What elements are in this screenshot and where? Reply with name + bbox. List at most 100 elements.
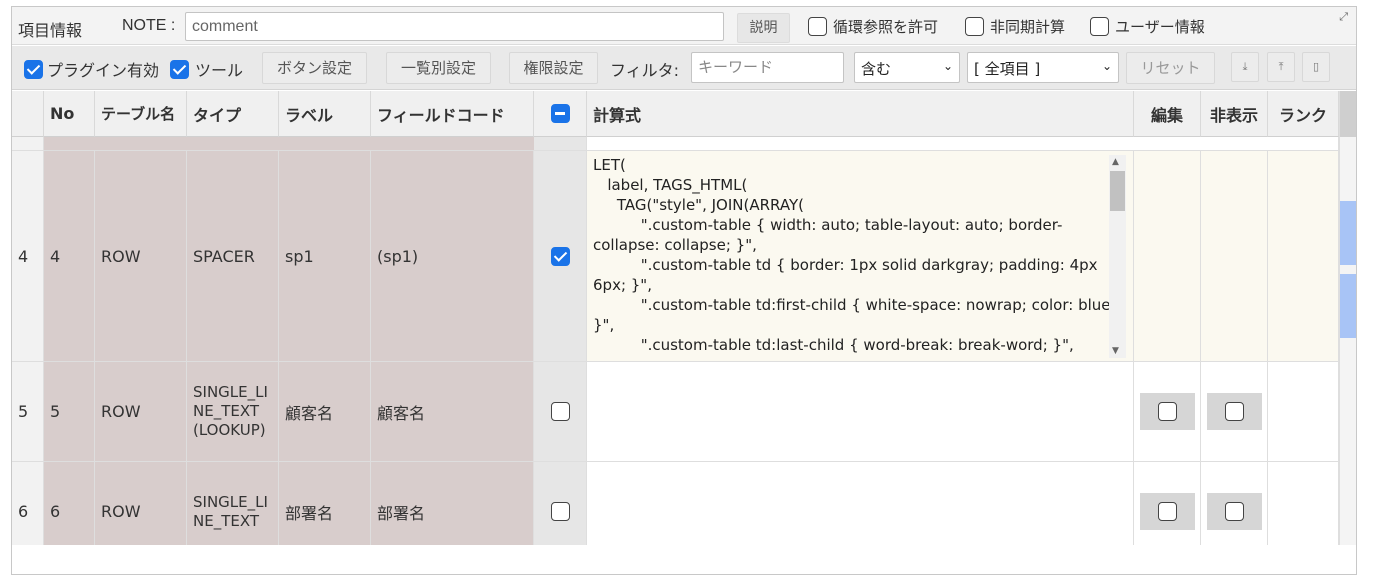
- note-input-value: comment: [192, 18, 258, 35]
- row-no: 5: [44, 362, 95, 462]
- user-info-box[interactable]: [1090, 17, 1109, 36]
- header-table-name[interactable]: テーブル名: [95, 91, 187, 137]
- explain-button[interactable]: 説明: [737, 13, 790, 43]
- header-field-code[interactable]: フィールドコード: [371, 91, 534, 137]
- tools-checkbox[interactable]: ツール: [170, 57, 243, 81]
- download-icon[interactable]: ⤓: [1231, 52, 1259, 82]
- plugin-enabled-checkbox[interactable]: プラグイン有効: [24, 57, 159, 81]
- edit-checkbox[interactable]: [1157, 502, 1177, 521]
- row-rank-cell: [1268, 462, 1339, 545]
- row-no: 6: [44, 462, 95, 545]
- row-label: sp1: [279, 151, 371, 362]
- formula-cell[interactable]: [587, 362, 1134, 462]
- header-index: [12, 91, 44, 137]
- spacer-cell: [12, 137, 44, 151]
- row-table-name: ROW: [95, 362, 187, 462]
- row-index: 6: [12, 462, 44, 545]
- plugin-enabled-box[interactable]: [24, 59, 43, 79]
- user-info-checkbox[interactable]: ユーザー情報: [1090, 16, 1205, 37]
- row-table-name: ROW: [95, 462, 187, 545]
- allow-circular-label: 循環参照を許可: [833, 18, 939, 36]
- row-calc-cell: [534, 362, 587, 462]
- spacer-cell: [587, 137, 1339, 151]
- row-field-code: (sp1): [371, 151, 534, 362]
- async-calc-checkbox[interactable]: 非同期計算: [965, 16, 1065, 37]
- row-edit-cell: [1134, 151, 1201, 362]
- tools-label: ツール: [195, 61, 244, 80]
- row-type: SPACER: [187, 151, 279, 362]
- chevron-down-icon: ⌄: [1101, 59, 1112, 73]
- scope-select[interactable]: [ 全項目 ] ⌄: [967, 52, 1119, 83]
- allow-circular-box[interactable]: [808, 17, 827, 36]
- select-all-checkbox[interactable]: [550, 104, 570, 123]
- edit-checkbox[interactable]: [1157, 402, 1177, 421]
- row-no: 4: [44, 151, 95, 362]
- button-settings-button[interactable]: ボタン設定: [262, 52, 367, 84]
- filter-label: フィルタ:: [610, 61, 680, 80]
- row-index: 5: [12, 362, 44, 462]
- row-calc-cell: [534, 151, 587, 362]
- scroll-up-icon[interactable]: ▲: [1112, 157, 1119, 167]
- table-scrollbar[interactable]: [1339, 91, 1356, 545]
- hidden-toggle[interactable]: [1206, 493, 1262, 530]
- user-info-label: ユーザー情報: [1115, 18, 1205, 36]
- match-select-value: 含む: [861, 60, 892, 78]
- header-formula[interactable]: 計算式: [587, 91, 1134, 137]
- keyword-placeholder: キーワード: [698, 58, 774, 76]
- chevron-down-icon: ⌄: [942, 59, 953, 73]
- row-index: 4: [12, 151, 44, 362]
- header-label[interactable]: ラベル: [279, 91, 371, 137]
- row-label: 部署名: [279, 462, 371, 545]
- hidden-checkbox[interactable]: [1224, 502, 1244, 521]
- formula-textarea[interactable]: LET( label, TAGS_HTML( TAG("style", JOIN…: [593, 151, 1123, 358]
- scroll-down-icon[interactable]: ▼: [1112, 346, 1119, 356]
- match-select[interactable]: 含む ⌄: [854, 52, 960, 83]
- field-table: No テーブル名 タイプ ラベル フィールドコード 計算式 編集 非表示 ランク…: [12, 91, 1356, 545]
- panel-title: 項目情報: [18, 23, 83, 40]
- keyword-input[interactable]: キーワード: [691, 52, 844, 83]
- row-rank-cell: [1268, 362, 1339, 462]
- formula-cell[interactable]: [587, 462, 1134, 545]
- scroll-thumb[interactable]: [1110, 171, 1125, 211]
- scroll-marker: [1340, 201, 1356, 265]
- calc-checkbox[interactable]: [550, 402, 570, 421]
- row-hidden-cell: [1201, 151, 1268, 362]
- row-hidden-cell: [1201, 462, 1268, 545]
- async-calc-box[interactable]: [965, 17, 984, 36]
- formula-cell[interactable]: LET( label, TAGS_HTML( TAG("style", JOIN…: [587, 151, 1134, 362]
- clipboard-icon[interactable]: ▯: [1302, 52, 1330, 82]
- row-hidden-cell: [1201, 362, 1268, 462]
- hidden-toggle[interactable]: [1206, 393, 1262, 430]
- spacer-cell: [534, 137, 587, 151]
- formula-scrollbar[interactable]: ▲ ▼: [1109, 155, 1126, 358]
- row-type: SINGLE_LINE_TEXT (LOOKUP): [187, 362, 279, 462]
- edit-toggle[interactable]: [1139, 493, 1195, 530]
- permission-settings-button[interactable]: 権限設定: [509, 52, 598, 84]
- reset-button[interactable]: リセット: [1126, 52, 1215, 84]
- hidden-checkbox[interactable]: [1224, 402, 1244, 421]
- note-input[interactable]: comment: [185, 12, 724, 41]
- header-type[interactable]: タイプ: [187, 91, 279, 137]
- row-calc-cell: [534, 462, 587, 545]
- header-calc-select-all[interactable]: [534, 91, 587, 137]
- row-table-name: ROW: [95, 151, 187, 362]
- header-edit[interactable]: 編集: [1134, 91, 1201, 137]
- tools-box[interactable]: [170, 59, 189, 79]
- scope-select-value: [ 全項目 ]: [974, 60, 1041, 78]
- scroll-marker: [1340, 274, 1356, 338]
- edit-toggle[interactable]: [1139, 393, 1195, 430]
- row-type: SINGLE_LINE_TEXT: [187, 462, 279, 545]
- spacer-cell: [44, 137, 535, 151]
- row-label: 顧客名: [279, 362, 371, 462]
- header-no[interactable]: No: [44, 91, 95, 137]
- header-hidden[interactable]: 非表示: [1201, 91, 1268, 137]
- header-rank[interactable]: ランク: [1268, 91, 1339, 137]
- calc-checkbox[interactable]: [550, 502, 570, 521]
- toolbar: プラグイン有効 ツール ボタン設定 一覧別設定 権限設定 フィルタ: キーワード…: [12, 46, 1356, 90]
- list-settings-button[interactable]: 一覧別設定: [386, 52, 491, 84]
- upload-icon[interactable]: ⤒: [1267, 52, 1295, 82]
- calc-checkbox[interactable]: [550, 246, 570, 266]
- row-field-code: 顧客名: [371, 362, 534, 462]
- expand-icon[interactable]: ⤢: [1339, 11, 1348, 24]
- allow-circular-checkbox[interactable]: 循環参照を許可: [808, 16, 938, 37]
